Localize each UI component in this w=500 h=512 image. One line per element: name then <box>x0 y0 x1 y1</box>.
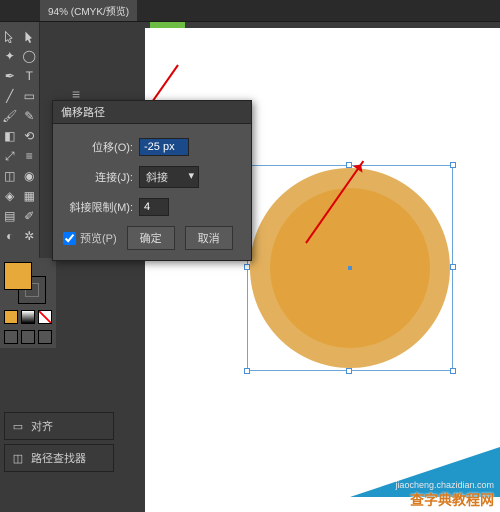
rectangle-tool[interactable]: ▭ <box>20 86 40 106</box>
mini-swatch-none[interactable] <box>38 310 52 324</box>
resize-handle-tm[interactable] <box>346 162 352 168</box>
align-icon: ▭ <box>11 419 25 433</box>
cancel-button[interactable]: 取消 <box>185 226 233 250</box>
selection-tool[interactable] <box>0 26 20 46</box>
resize-handle-bl[interactable] <box>244 368 250 374</box>
ok-button[interactable]: 确定 <box>127 226 175 250</box>
line-tool[interactable]: ╱ <box>0 86 20 106</box>
preview-checkbox-input[interactable] <box>63 232 76 245</box>
offset-path-dialog: 偏移路径 位移(O): 连接(J): 斜接 ▾ 斜接限制(M): 预览(P) 确… <box>52 100 252 261</box>
blend-tool[interactable]: ◐ <box>0 226 20 246</box>
lasso-tool[interactable]: ◯ <box>20 46 40 66</box>
resize-handle-tr[interactable] <box>450 162 456 168</box>
align-panel-row[interactable]: ▭ 对齐 <box>5 413 113 439</box>
mode-swatch-normal[interactable] <box>4 330 18 344</box>
pathfinder-icon: ◫ <box>11 451 25 465</box>
pathfinder-label: 路径查找器 <box>31 450 86 466</box>
fill-stroke-swatch[interactable] <box>4 262 46 304</box>
pen-tool[interactable]: ✒ <box>0 66 20 86</box>
magic-wand-tool[interactable]: ✦ <box>0 46 20 66</box>
selection-bounding-box[interactable] <box>247 165 453 371</box>
mode-swatch-inside[interactable] <box>38 330 52 344</box>
document-tabbar: 94% (CMYK/预览) <box>0 0 500 22</box>
preview-label: 预览(P) <box>80 230 117 246</box>
join-select-value: 斜接 <box>146 169 168 185</box>
pathfinder-panel: ◫ 路径查找器 <box>4 444 114 472</box>
offset-label: 位移(O): <box>63 139 133 155</box>
resize-handle-br[interactable] <box>450 368 456 374</box>
width-tool[interactable]: ≡ <box>20 146 40 166</box>
mini-swatch-color[interactable] <box>4 310 18 324</box>
pathfinder-panel-row[interactable]: ◫ 路径查找器 <box>5 445 113 471</box>
preview-checkbox[interactable]: 预览(P) <box>63 230 117 246</box>
paintbrush-tool[interactable]: 🖌 <box>0 106 20 126</box>
eraser-tool[interactable]: ◧ <box>0 126 20 146</box>
mini-swatch-gradient[interactable] <box>21 310 35 324</box>
mode-swatch-behind[interactable] <box>21 330 35 344</box>
offset-input[interactable] <box>139 138 189 156</box>
join-select[interactable]: 斜接 ▾ <box>139 166 199 188</box>
symbol-sprayer-tool[interactable]: ✲ <box>20 226 40 246</box>
watermark-main: 查字典教程网 <box>410 490 494 510</box>
pencil-tool[interactable]: ✎ <box>20 106 40 126</box>
resize-handle-ml[interactable] <box>244 264 250 270</box>
free-transform-tool[interactable]: ◫ <box>0 166 20 186</box>
direct-selection-tool[interactable] <box>20 26 40 46</box>
watermark: jiaocheng.chazidian.com 查字典教程网 <box>350 452 500 512</box>
mesh-tool[interactable]: ▦ <box>20 186 40 206</box>
selection-center-icon <box>348 266 352 270</box>
shape-builder-tool[interactable]: ◉ <box>20 166 40 186</box>
watermark-sub: jiaocheng.chazidian.com <box>395 480 494 490</box>
toolbox: ✦ ◯ ✒ T ╱ ▭ 🖌 ✎ ◧ ⟲ ⤢ ≡ ◫ ◉ ◈ ▦ ▤ ✐ ◐ ✲ <box>0 22 40 262</box>
resize-handle-mr[interactable] <box>450 264 456 270</box>
perspective-tool[interactable]: ◈ <box>0 186 20 206</box>
color-swatch-panel <box>0 258 56 348</box>
miter-label: 斜接限制(M): <box>63 199 133 215</box>
type-tool[interactable]: T <box>20 66 40 86</box>
resize-handle-bm[interactable] <box>346 368 352 374</box>
chevron-down-icon: ▾ <box>188 169 194 185</box>
align-panel: ▭ 对齐 <box>4 412 114 440</box>
align-label: 对齐 <box>31 418 53 434</box>
document-tab[interactable]: 94% (CMYK/预览) <box>40 0 137 21</box>
fill-swatch[interactable] <box>4 262 32 290</box>
rotate-tool[interactable]: ⟲ <box>20 126 40 146</box>
eyedropper-tool[interactable]: ✐ <box>20 206 40 226</box>
miter-limit-input[interactable] <box>139 198 169 216</box>
dialog-title: 偏移路径 <box>53 101 251 124</box>
join-label: 连接(J): <box>63 169 133 185</box>
gradient-tool[interactable]: ▤ <box>0 206 20 226</box>
scale-tool[interactable]: ⤢ <box>0 146 20 166</box>
